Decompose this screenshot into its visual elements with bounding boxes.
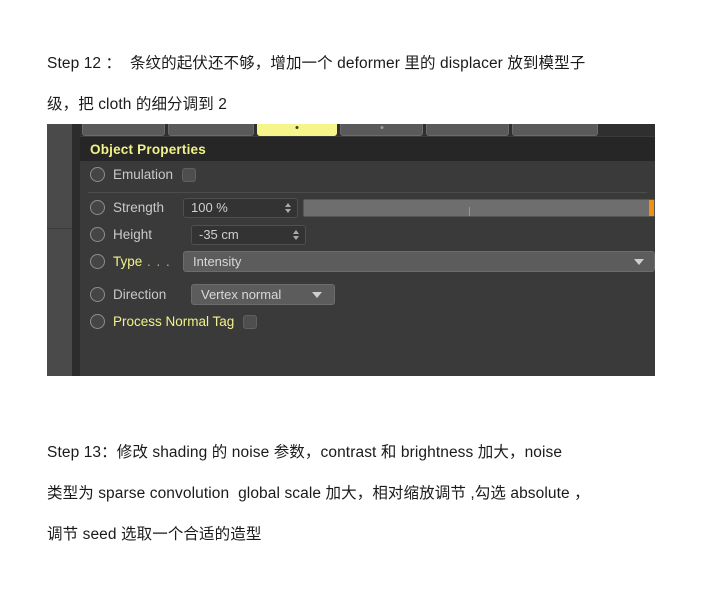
strength-label: Strength bbox=[113, 200, 165, 215]
chevron-down-icon bbox=[312, 291, 322, 298]
slider-tick-marker bbox=[468, 206, 470, 216]
attribute-manager-screenshot: Object Properties Emulation Strength 100… bbox=[47, 124, 655, 376]
process-normal-tag-checkbox[interactable] bbox=[243, 314, 258, 329]
attribute-tab-6[interactable] bbox=[512, 124, 598, 136]
strength-slider[interactable] bbox=[303, 198, 655, 217]
row-emulation: Emulation bbox=[80, 161, 655, 193]
direction-dropdown[interactable]: Vertex normal bbox=[191, 284, 335, 305]
animation-track-circle-icon[interactable] bbox=[90, 314, 105, 329]
height-value-field[interactable]: -35 cm bbox=[191, 224, 306, 245]
animation-track-circle-icon[interactable] bbox=[90, 167, 105, 182]
property-rows: Emulation Strength 100 % Height -35 cm T… bbox=[80, 161, 655, 335]
process-normal-tag-label: Process Normal Tag bbox=[113, 314, 235, 329]
animation-track-circle-icon[interactable] bbox=[90, 200, 105, 215]
viewport-edge-strip bbox=[47, 124, 72, 376]
direction-label: Direction bbox=[113, 287, 167, 302]
attribute-tab-2[interactable] bbox=[168, 124, 254, 136]
attribute-panel: Object Properties Emulation Strength 100… bbox=[80, 124, 655, 376]
row-type: Type Intensity bbox=[80, 248, 655, 275]
animation-track-circle-icon[interactable] bbox=[90, 287, 105, 302]
attribute-tab-5[interactable] bbox=[426, 124, 509, 136]
step-12-paragraph: Step 12 ： 条纹的起伏还不够，增加一个 deformer 里的 disp… bbox=[47, 55, 586, 113]
height-stepper-icon[interactable] bbox=[293, 229, 299, 240]
object-properties-header: Object Properties bbox=[80, 137, 655, 161]
animation-track-circle-icon[interactable] bbox=[90, 254, 105, 269]
type-value: Intensity bbox=[193, 254, 242, 269]
row-direction: Direction Vertex normal bbox=[80, 281, 655, 308]
section-title: Object Properties bbox=[90, 141, 206, 157]
row-divider bbox=[88, 192, 647, 193]
strength-value-field[interactable]: 100 % bbox=[183, 197, 298, 218]
tab-marker-dot-icon bbox=[380, 126, 383, 129]
row-height: Height -35 cm bbox=[80, 221, 655, 248]
emulation-label: Emulation bbox=[113, 167, 174, 182]
type-label: Type bbox=[113, 254, 179, 269]
row-process-normal-tag: Process Normal Tag bbox=[80, 308, 655, 335]
chevron-down-icon bbox=[634, 258, 644, 265]
tab-marker-dot-icon bbox=[295, 126, 299, 129]
emulation-checkbox[interactable] bbox=[182, 167, 197, 182]
row-strength: Strength 100 % bbox=[80, 194, 655, 221]
height-value: -35 cm bbox=[199, 227, 239, 242]
height-label: Height bbox=[113, 227, 153, 242]
step-13-paragraph: Step 13：修改 shading 的 noise 参数，contrast 和… bbox=[47, 444, 590, 543]
slider-handle[interactable] bbox=[649, 199, 654, 216]
attribute-tab-1[interactable] bbox=[82, 124, 165, 136]
strength-value: 100 % bbox=[191, 200, 228, 215]
direction-value: Vertex normal bbox=[201, 287, 282, 302]
attribute-tab-bar bbox=[80, 124, 655, 136]
panel-gutter bbox=[72, 124, 80, 376]
attribute-tab-3-selected[interactable] bbox=[257, 124, 337, 136]
strength-stepper-icon[interactable] bbox=[285, 202, 291, 213]
type-dropdown[interactable]: Intensity bbox=[183, 251, 655, 272]
animation-track-circle-icon[interactable] bbox=[90, 227, 105, 242]
attribute-tab-4[interactable] bbox=[340, 124, 423, 136]
